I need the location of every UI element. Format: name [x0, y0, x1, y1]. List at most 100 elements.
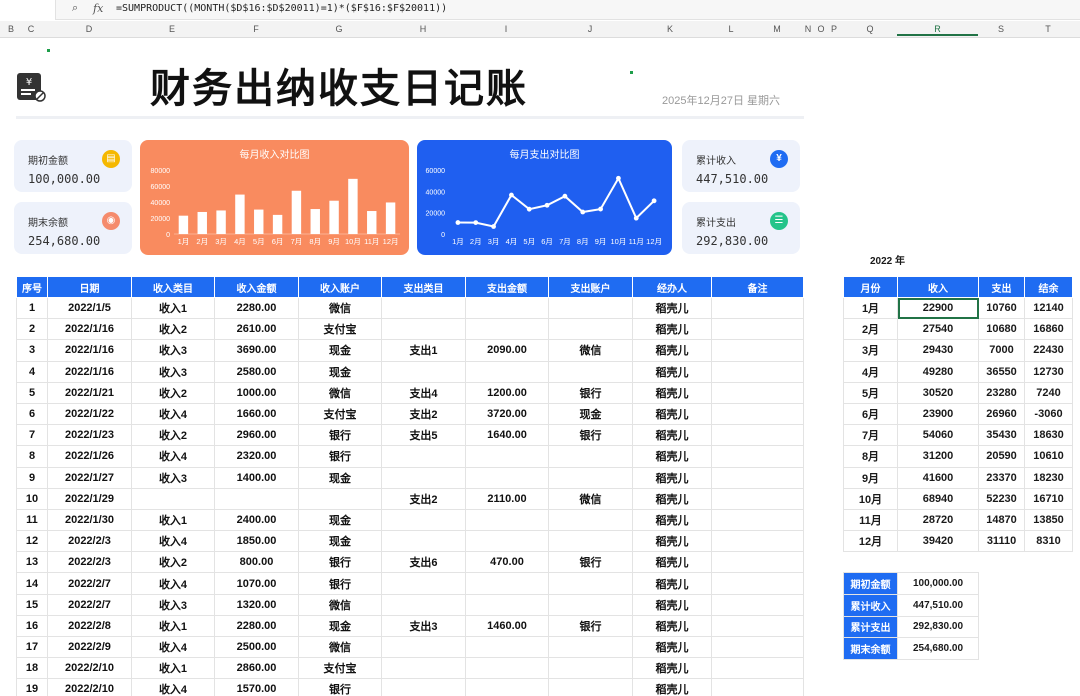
table-cell[interactable]: 22430 [1024, 339, 1073, 362]
table-cell[interactable]: 31200 [897, 445, 979, 468]
table-cell[interactable]: 支出3 [381, 614, 466, 638]
table-cell[interactable]: 1月 [843, 296, 898, 320]
table-cell[interactable]: 7月 [843, 424, 898, 447]
table-cell[interactable]: 2022/1/23 [47, 424, 132, 447]
header-cell[interactable]: 备注 [711, 276, 804, 298]
column-header[interactable]: F [214, 24, 298, 34]
table-cell[interactable]: 54060 [897, 424, 979, 447]
header-cell[interactable]: 收入 [897, 276, 979, 298]
column-header[interactable]: N [803, 24, 813, 34]
table-cell[interactable] [465, 530, 549, 553]
table-cell[interactable]: 10760 [978, 296, 1025, 320]
table-cell[interactable] [548, 593, 633, 616]
table-cell[interactable]: 支出2 [381, 402, 466, 426]
table-cell[interactable]: 收入1 [131, 296, 215, 320]
table-cell[interactable]: 2022/2/3 [47, 551, 132, 574]
table-cell[interactable]: 累计支出 [843, 615, 898, 639]
header-cell[interactable]: 支出 [978, 276, 1025, 298]
header-cell[interactable]: 收入账户 [298, 276, 382, 298]
table-cell[interactable]: 收入2 [131, 318, 215, 341]
table-cell[interactable] [711, 402, 804, 426]
table-cell[interactable]: 银行 [548, 551, 633, 574]
table-cell[interactable]: 29430 [897, 339, 979, 362]
table-cell[interactable] [214, 487, 299, 510]
column-header[interactable]: L [710, 24, 752, 34]
table-cell[interactable]: 稻壳儿 [632, 424, 712, 447]
table-cell[interactable]: 4 [16, 360, 48, 383]
column-header[interactable]: Q [843, 24, 897, 34]
table-cell[interactable] [711, 614, 804, 638]
table-cell[interactable]: 9月 [843, 466, 898, 489]
zoom-icon[interactable]: ⌕ [72, 2, 78, 15]
table-cell[interactable]: 12月 [843, 530, 898, 553]
table-cell[interactable]: 2580.00 [214, 360, 299, 383]
table-cell[interactable]: 期初金额 [843, 572, 898, 595]
table-cell[interactable]: 11月 [843, 508, 898, 532]
table-cell[interactable]: 2022/2/9 [47, 635, 132, 659]
table-cell[interactable]: 18230 [1024, 466, 1073, 489]
table-cell[interactable]: 稻壳儿 [632, 381, 712, 404]
table-cell[interactable]: 稻壳儿 [632, 635, 712, 659]
header-cell[interactable]: 序号 [16, 276, 48, 298]
table-cell[interactable]: 微信 [298, 296, 382, 320]
table-cell[interactable]: 39420 [897, 530, 979, 553]
table-cell[interactable] [381, 530, 466, 553]
table-cell[interactable] [381, 593, 466, 616]
table-cell[interactable]: 稻壳儿 [632, 402, 712, 426]
table-cell[interactable] [711, 466, 804, 489]
table-cell[interactable]: 稻壳儿 [632, 614, 712, 638]
column-header[interactable]: E [130, 24, 214, 34]
table-cell[interactable]: 12140 [1024, 296, 1073, 320]
table-cell[interactable]: 11 [16, 508, 48, 532]
table-cell[interactable]: 稻壳儿 [632, 530, 712, 553]
table-cell[interactable] [465, 466, 549, 489]
table-cell[interactable] [548, 445, 633, 468]
table-cell[interactable]: 2400.00 [214, 508, 299, 532]
table-cell[interactable] [548, 360, 633, 383]
table-cell[interactable]: 收入2 [131, 424, 215, 447]
table-cell[interactable]: 3720.00 [465, 402, 549, 426]
table-cell[interactable]: 31110 [978, 530, 1025, 553]
table-cell[interactable]: 16 [16, 614, 48, 638]
table-cell[interactable] [548, 296, 633, 320]
formula-input[interactable]: =SUMPRODUCT((MONTH($D$16:$D$20011)=1)*($… [116, 3, 447, 14]
column-header[interactable]: J [548, 24, 632, 34]
column-header[interactable]: I [464, 24, 548, 34]
table-cell[interactable]: 1850.00 [214, 530, 299, 553]
table-cell[interactable] [465, 508, 549, 532]
table-cell[interactable] [711, 678, 804, 696]
table-cell[interactable]: 2090.00 [465, 339, 549, 362]
table-cell[interactable]: 27540 [897, 318, 979, 341]
table-cell[interactable]: 3690.00 [214, 339, 299, 362]
table-cell[interactable] [465, 657, 549, 680]
column-header[interactable]: M [756, 24, 798, 34]
table-cell[interactable]: 微信 [548, 339, 633, 362]
table-cell[interactable] [381, 572, 466, 595]
table-cell[interactable]: 2320.00 [214, 445, 299, 468]
table-cell[interactable]: 稻壳儿 [632, 487, 712, 510]
table-cell[interactable]: 5 [16, 381, 48, 404]
table-cell[interactable]: 稻壳儿 [632, 360, 712, 383]
table-cell[interactable]: 10 [16, 487, 48, 510]
column-header[interactable]: G [297, 24, 381, 34]
table-cell[interactable]: 1000.00 [214, 381, 299, 404]
table-cell[interactable]: 微信 [298, 381, 382, 404]
table-cell[interactable]: 1660.00 [214, 402, 299, 426]
header-cell[interactable]: 日期 [47, 276, 132, 298]
table-cell[interactable]: 18 [16, 657, 48, 680]
table-cell[interactable] [711, 445, 804, 468]
table-cell[interactable]: 收入2 [131, 381, 215, 404]
table-cell[interactable]: 现金 [548, 402, 633, 426]
table-cell[interactable]: 稻壳儿 [632, 296, 712, 320]
table-cell[interactable]: 银行 [298, 572, 382, 595]
table-cell[interactable]: 稻壳儿 [632, 657, 712, 680]
table-cell[interactable]: 2022/1/30 [47, 508, 132, 532]
table-cell[interactable]: 15 [16, 593, 48, 616]
table-cell[interactable]: 28720 [897, 508, 979, 532]
table-cell[interactable]: 7000 [978, 339, 1025, 362]
table-cell[interactable]: 收入4 [131, 402, 215, 426]
table-cell[interactable]: 收入4 [131, 530, 215, 553]
table-cell[interactable]: 1070.00 [214, 572, 299, 595]
income-bar-chart[interactable]: 0 20000 40000 60000 80000 1月 2月 3月 4月 5月 6月 7月 8月 9月 1… [140, 140, 409, 255]
table-cell[interactable] [711, 381, 804, 404]
